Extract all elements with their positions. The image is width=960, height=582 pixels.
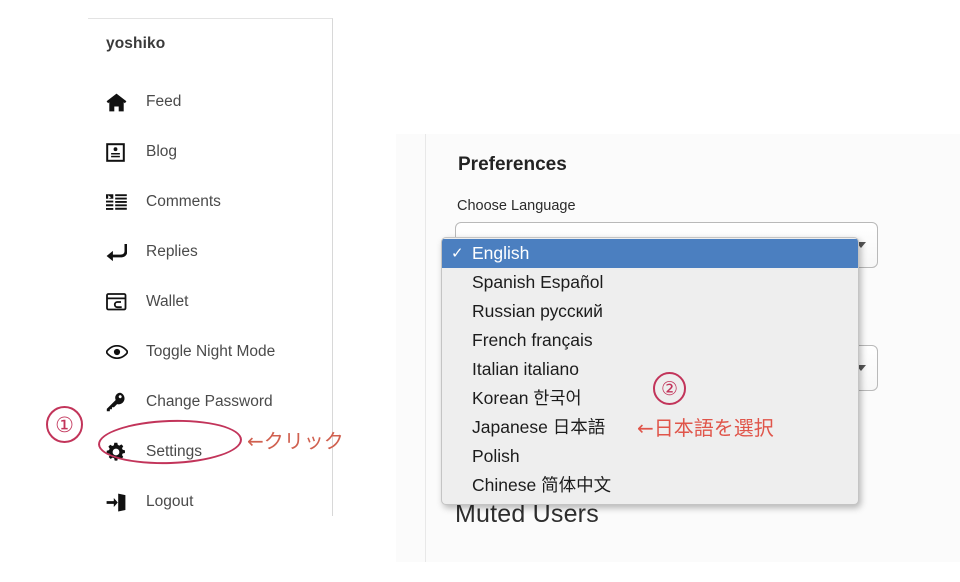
sidebar-item-blog[interactable]: Blog [88,127,332,177]
sidebar-item-label: Replies [146,243,198,260]
annotation-select-japanese-hint: ←日本語を選択 [637,416,774,440]
comments-list-icon [106,191,132,213]
sidebar-item-label: Logout [146,493,194,510]
sidebar-item-label: Wallet [146,293,189,310]
dropdown-option-korean[interactable]: Korean 한국어 [442,384,858,413]
dropdown-option-label: Chinese 简体中文 [472,475,612,495]
dropdown-option-label: Italian italiano [472,359,580,379]
dropdown-option-label: Russian русский [472,301,603,321]
sidebar-item-label: Change Password [146,393,273,410]
sidebar-item-toggle-night-mode[interactable]: Toggle Night Mode [88,327,332,377]
dropdown-option-french[interactable]: French français [442,326,858,355]
dropdown-option-spanish[interactable]: Spanish Español [442,268,858,297]
sidebar-username: yoshiko [106,35,166,52]
sidebar-item-wallet[interactable]: Wallet [88,277,332,327]
key-icon [106,391,132,413]
dropdown-option-italian[interactable]: Italian italiano [442,355,858,384]
panel-divider [425,134,426,562]
home-icon [106,91,132,113]
dropdown-option-chinese[interactable]: Chinese 简体中文 [442,471,858,500]
dropdown-option-label: English [472,243,530,263]
dropdown-option-label: French français [472,330,593,350]
dropdown-option-polish[interactable]: Polish [442,442,858,471]
dropdown-option-english[interactable]: ✓ English [442,239,858,268]
sidebar-item-label: Comments [146,193,221,210]
check-icon: ✓ [451,245,464,262]
wallet-icon [106,291,132,313]
id-card-icon [106,141,132,163]
sidebar-item-comments[interactable]: Comments [88,177,332,227]
dropdown-option-label: Japanese 日本語 [472,417,606,437]
page-title: Preferences [458,154,567,175]
dropdown-option-label: Polish [472,446,520,466]
sidebar-item-change-password[interactable]: Change Password [88,377,332,427]
reply-arrow-icon [106,241,132,263]
sidebar-item-label: Blog [146,143,178,160]
dropdown-option-label: Korean 한국어 [472,388,582,408]
sidebar-item-label: Feed [146,93,182,110]
dropdown-option-label: Spanish Español [472,272,604,292]
language-dropdown-list[interactable]: ✓ English Spanish Español Russian русски… [441,237,859,505]
choose-language-label: Choose Language [457,198,576,214]
logout-door-icon [106,491,132,513]
sidebar-item-logout[interactable]: Logout [88,477,332,527]
annotation-step-2-badge: ② [653,372,686,405]
eye-icon [106,341,132,363]
dropdown-option-russian[interactable]: Russian русский [442,297,858,326]
sidebar-item-label: Toggle Night Mode [146,343,276,360]
annotation-click-hint: ←クリック [247,429,344,453]
sidebar-item-feed[interactable]: Feed [88,77,332,127]
sidebar-item-replies[interactable]: Replies [88,227,332,277]
annotation-step-1-badge: ① [46,406,83,443]
